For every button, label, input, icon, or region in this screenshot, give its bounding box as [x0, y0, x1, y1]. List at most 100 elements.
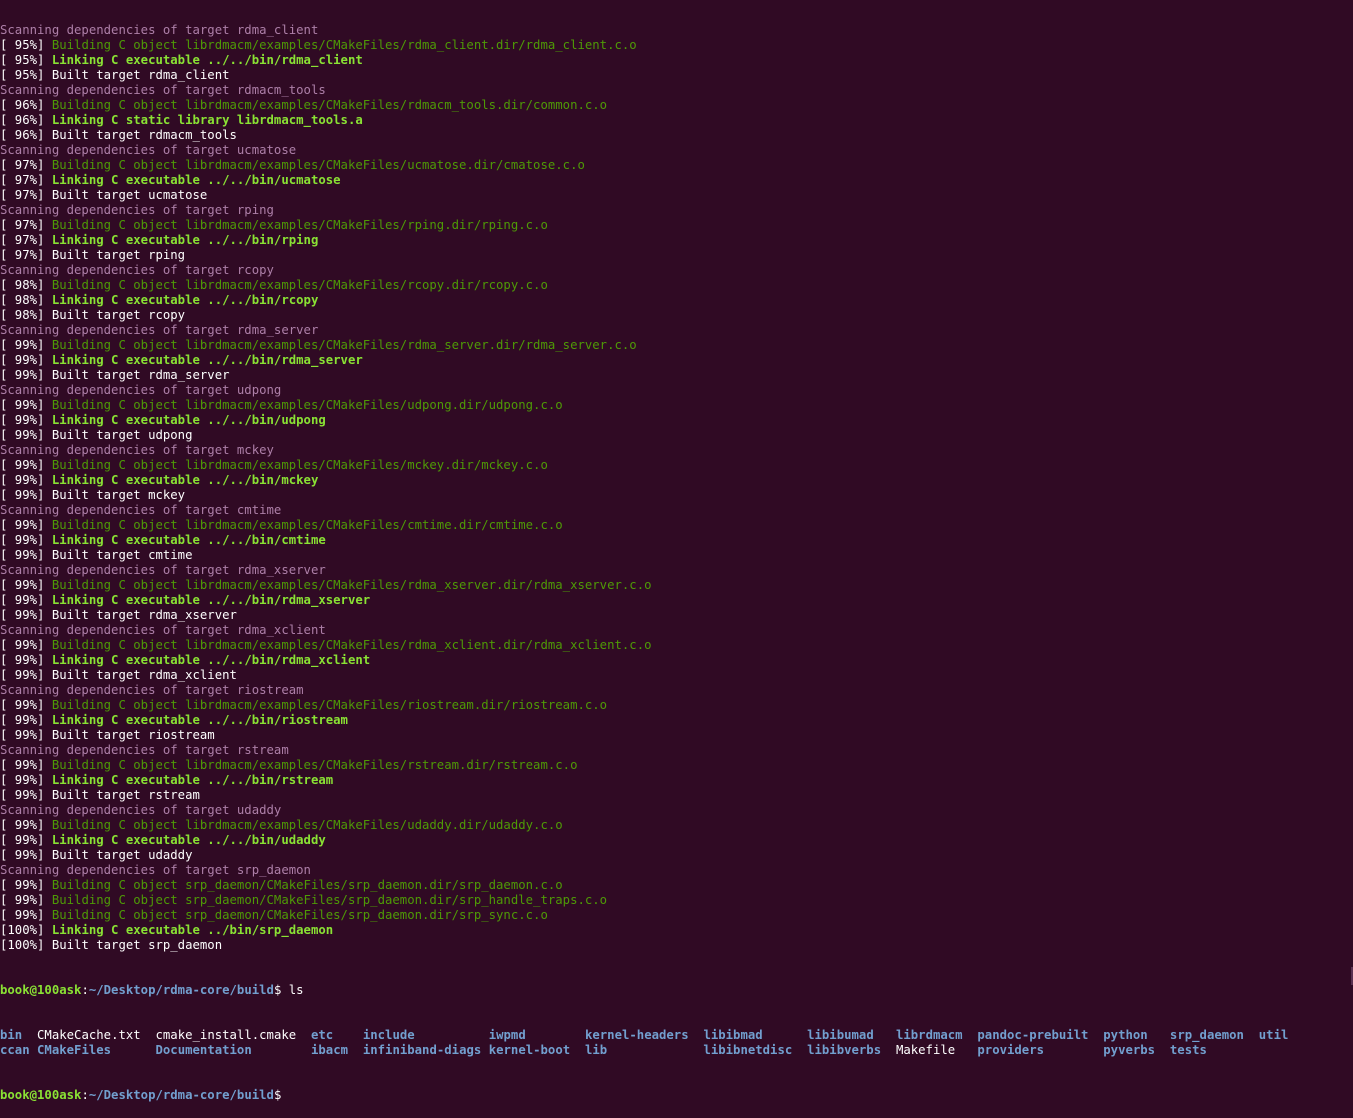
log-text-plain: Built target rdma_xclient: [51, 668, 237, 682]
ls-row: bin CMakeCache.txt cmake_install.cmake e…: [0, 1028, 1353, 1043]
log-line: [ 95%] Built target rdma_client: [0, 68, 1353, 83]
progress-percent: [ 98%]: [0, 293, 52, 307]
progress-percent: [ 99%]: [0, 788, 52, 802]
log-text-scan: Scanning dependencies of target cmtime: [0, 503, 282, 517]
directory-entry: tests: [1169, 1043, 1207, 1057]
log-text-link: Linking C executable ../../bin/rstream: [51, 773, 334, 787]
log-line: [ 99%] Built target rdma_xclient: [0, 668, 1353, 683]
log-text-plain: Built target udpong: [51, 428, 193, 442]
log-line: [ 99%] Building C object librdmacm/examp…: [0, 458, 1353, 473]
log-text-build: Building C object librdmacm/examples/CMa…: [51, 158, 585, 172]
log-text-plain: Built target cmtime: [51, 548, 193, 562]
log-text-scan: Scanning dependencies of target rdma_xcl…: [0, 623, 326, 637]
log-text-scan: Scanning dependencies of target udpong: [0, 383, 282, 397]
terminal-window[interactable]: Scanning dependencies of target rdma_cli…: [0, 0, 1353, 1118]
column-gap: [30, 1043, 37, 1057]
log-text-scan: Scanning dependencies of target mckey: [0, 443, 274, 457]
column-gap: [607, 1043, 703, 1057]
progress-percent: [ 99%]: [0, 893, 52, 907]
log-line: Scanning dependencies of target udpong: [0, 383, 1353, 398]
final-prompt-line[interactable]: book@100ask:~/Desktop/rdma-core/build$: [0, 1088, 1353, 1103]
directory-entry: libibverbs: [807, 1043, 882, 1057]
progress-percent: [100%]: [0, 938, 52, 952]
column-gap: [1044, 1043, 1103, 1057]
log-text-link: Linking C executable ../../bin/udpong: [51, 413, 326, 427]
log-text-scan: Scanning dependencies of target rdma_xse…: [0, 563, 326, 577]
log-text-build: Building C object librdmacm/examples/CMa…: [51, 278, 548, 292]
log-line: [ 99%] Building C object librdmacm/examp…: [0, 638, 1353, 653]
log-text-build: Building C object librdmacm/examples/CMa…: [51, 698, 608, 712]
log-text-scan: Scanning dependencies of target riostrea…: [0, 683, 304, 697]
directory-entry: libibnetdisc: [703, 1043, 793, 1057]
log-text-build: Building C object librdmacm/examples/CMa…: [51, 518, 563, 532]
log-text-scan: Scanning dependencies of target ucmatose: [0, 143, 297, 157]
log-text-link: Linking C executable ../../bin/riostream: [51, 713, 348, 727]
log-line: Scanning dependencies of target mckey: [0, 443, 1353, 458]
log-text-build: Building C object librdmacm/examples/CMa…: [51, 98, 608, 112]
log-text-link: Linking C executable ../../bin/rcopy: [51, 293, 319, 307]
log-line: [ 98%] Built target rcopy: [0, 308, 1353, 323]
progress-percent: [ 99%]: [0, 668, 52, 682]
log-text-build: Building C object librdmacm/examples/CMa…: [51, 338, 637, 352]
column-gap: [1244, 1028, 1259, 1042]
directory-entry: infiniband-diags: [362, 1043, 482, 1057]
prompt-line: book@100ask:~/Desktop/rdma-core/build$ l…: [0, 983, 1353, 998]
progress-percent: [ 97%]: [0, 233, 52, 247]
progress-percent: [ 99%]: [0, 488, 52, 502]
column-gap: [955, 1043, 977, 1057]
log-text-scan: Scanning dependencies of target udaddy: [0, 803, 282, 817]
progress-percent: [ 99%]: [0, 773, 52, 787]
log-line: [ 99%] Built target udaddy: [0, 848, 1353, 863]
progress-percent: [ 99%]: [0, 698, 52, 712]
column-gap: [348, 1043, 363, 1057]
log-line: [ 99%] Building C object librdmacm/examp…: [0, 698, 1353, 713]
log-line: Scanning dependencies of target udaddy: [0, 803, 1353, 818]
progress-percent: [ 99%]: [0, 593, 52, 607]
log-text-build: Building C object librdmacm/examples/CMa…: [51, 638, 652, 652]
progress-percent: [ 99%]: [0, 428, 52, 442]
log-line: [ 97%] Building C object librdmacm/examp…: [0, 158, 1353, 173]
log-text-build: Building C object librdmacm/examples/CMa…: [51, 38, 637, 52]
log-text-plain: Built target udaddy: [51, 848, 193, 862]
directory-entry: librdmacm: [895, 1028, 963, 1042]
progress-percent: [ 99%]: [0, 338, 52, 352]
directory-entry: srp_daemon: [1169, 1028, 1244, 1042]
log-line: [ 99%] Building C object librdmacm/examp…: [0, 398, 1353, 413]
log-text-plain: Built target mckey: [51, 488, 186, 502]
log-line: [ 98%] Building C object librdmacm/examp…: [0, 278, 1353, 293]
ls-row: ccan CMakeFiles Documentation ibacm infi…: [0, 1043, 1353, 1058]
directory-entry: util: [1258, 1028, 1289, 1042]
log-line: Scanning dependencies of target cmtime: [0, 503, 1353, 518]
directory-entry: lib: [584, 1043, 608, 1057]
log-text-link: Linking C executable ../../bin/ucmatose: [51, 173, 341, 187]
progress-percent: [ 99%]: [0, 758, 52, 772]
prompt-user-host: book@100ask: [0, 983, 82, 997]
log-text-link: Linking C executable ../bin/srp_daemon: [51, 923, 334, 937]
progress-percent: [ 99%]: [0, 368, 52, 382]
column-gap: [1148, 1028, 1170, 1042]
log-line: [ 99%] Linking C executable ../../bin/ud…: [0, 413, 1353, 428]
progress-percent: [ 99%]: [0, 518, 52, 532]
progress-percent: [ 99%]: [0, 578, 52, 592]
log-text-plain: Built target riostream: [51, 728, 215, 742]
log-text-link: Linking C executable ../../bin/udaddy: [51, 833, 326, 847]
prompt-command: ls: [288, 983, 304, 997]
log-text-link: Linking C executable ../../bin/rping: [51, 233, 319, 247]
log-text-link: Linking C static library librdmacm_tools…: [51, 113, 363, 127]
log-text-plain: Built target rstream: [51, 788, 200, 802]
directory-entry: Documentation: [155, 1043, 252, 1057]
log-text-link: Linking C executable ../../bin/mckey: [51, 473, 319, 487]
column-gap: [792, 1043, 807, 1057]
log-line: [ 99%] Building C object srp_daemon/CMak…: [0, 878, 1353, 893]
file-entry: Makefile: [895, 1043, 956, 1057]
progress-percent: [ 99%]: [0, 548, 52, 562]
progress-percent: [ 98%]: [0, 308, 52, 322]
progress-percent: [ 97%]: [0, 158, 52, 172]
log-line: Scanning dependencies of target rstream: [0, 743, 1353, 758]
column-gap: [141, 1028, 156, 1042]
log-text-scan: Scanning dependencies of target rstream: [0, 743, 289, 757]
directory-entry: kernel-boot: [488, 1043, 571, 1057]
log-line: [ 99%] Building C object librdmacm/examp…: [0, 518, 1353, 533]
log-text-link: Linking C executable ../../bin/rdma_clie…: [51, 53, 363, 67]
log-line: [ 99%] Linking C executable ../../bin/rd…: [0, 593, 1353, 608]
